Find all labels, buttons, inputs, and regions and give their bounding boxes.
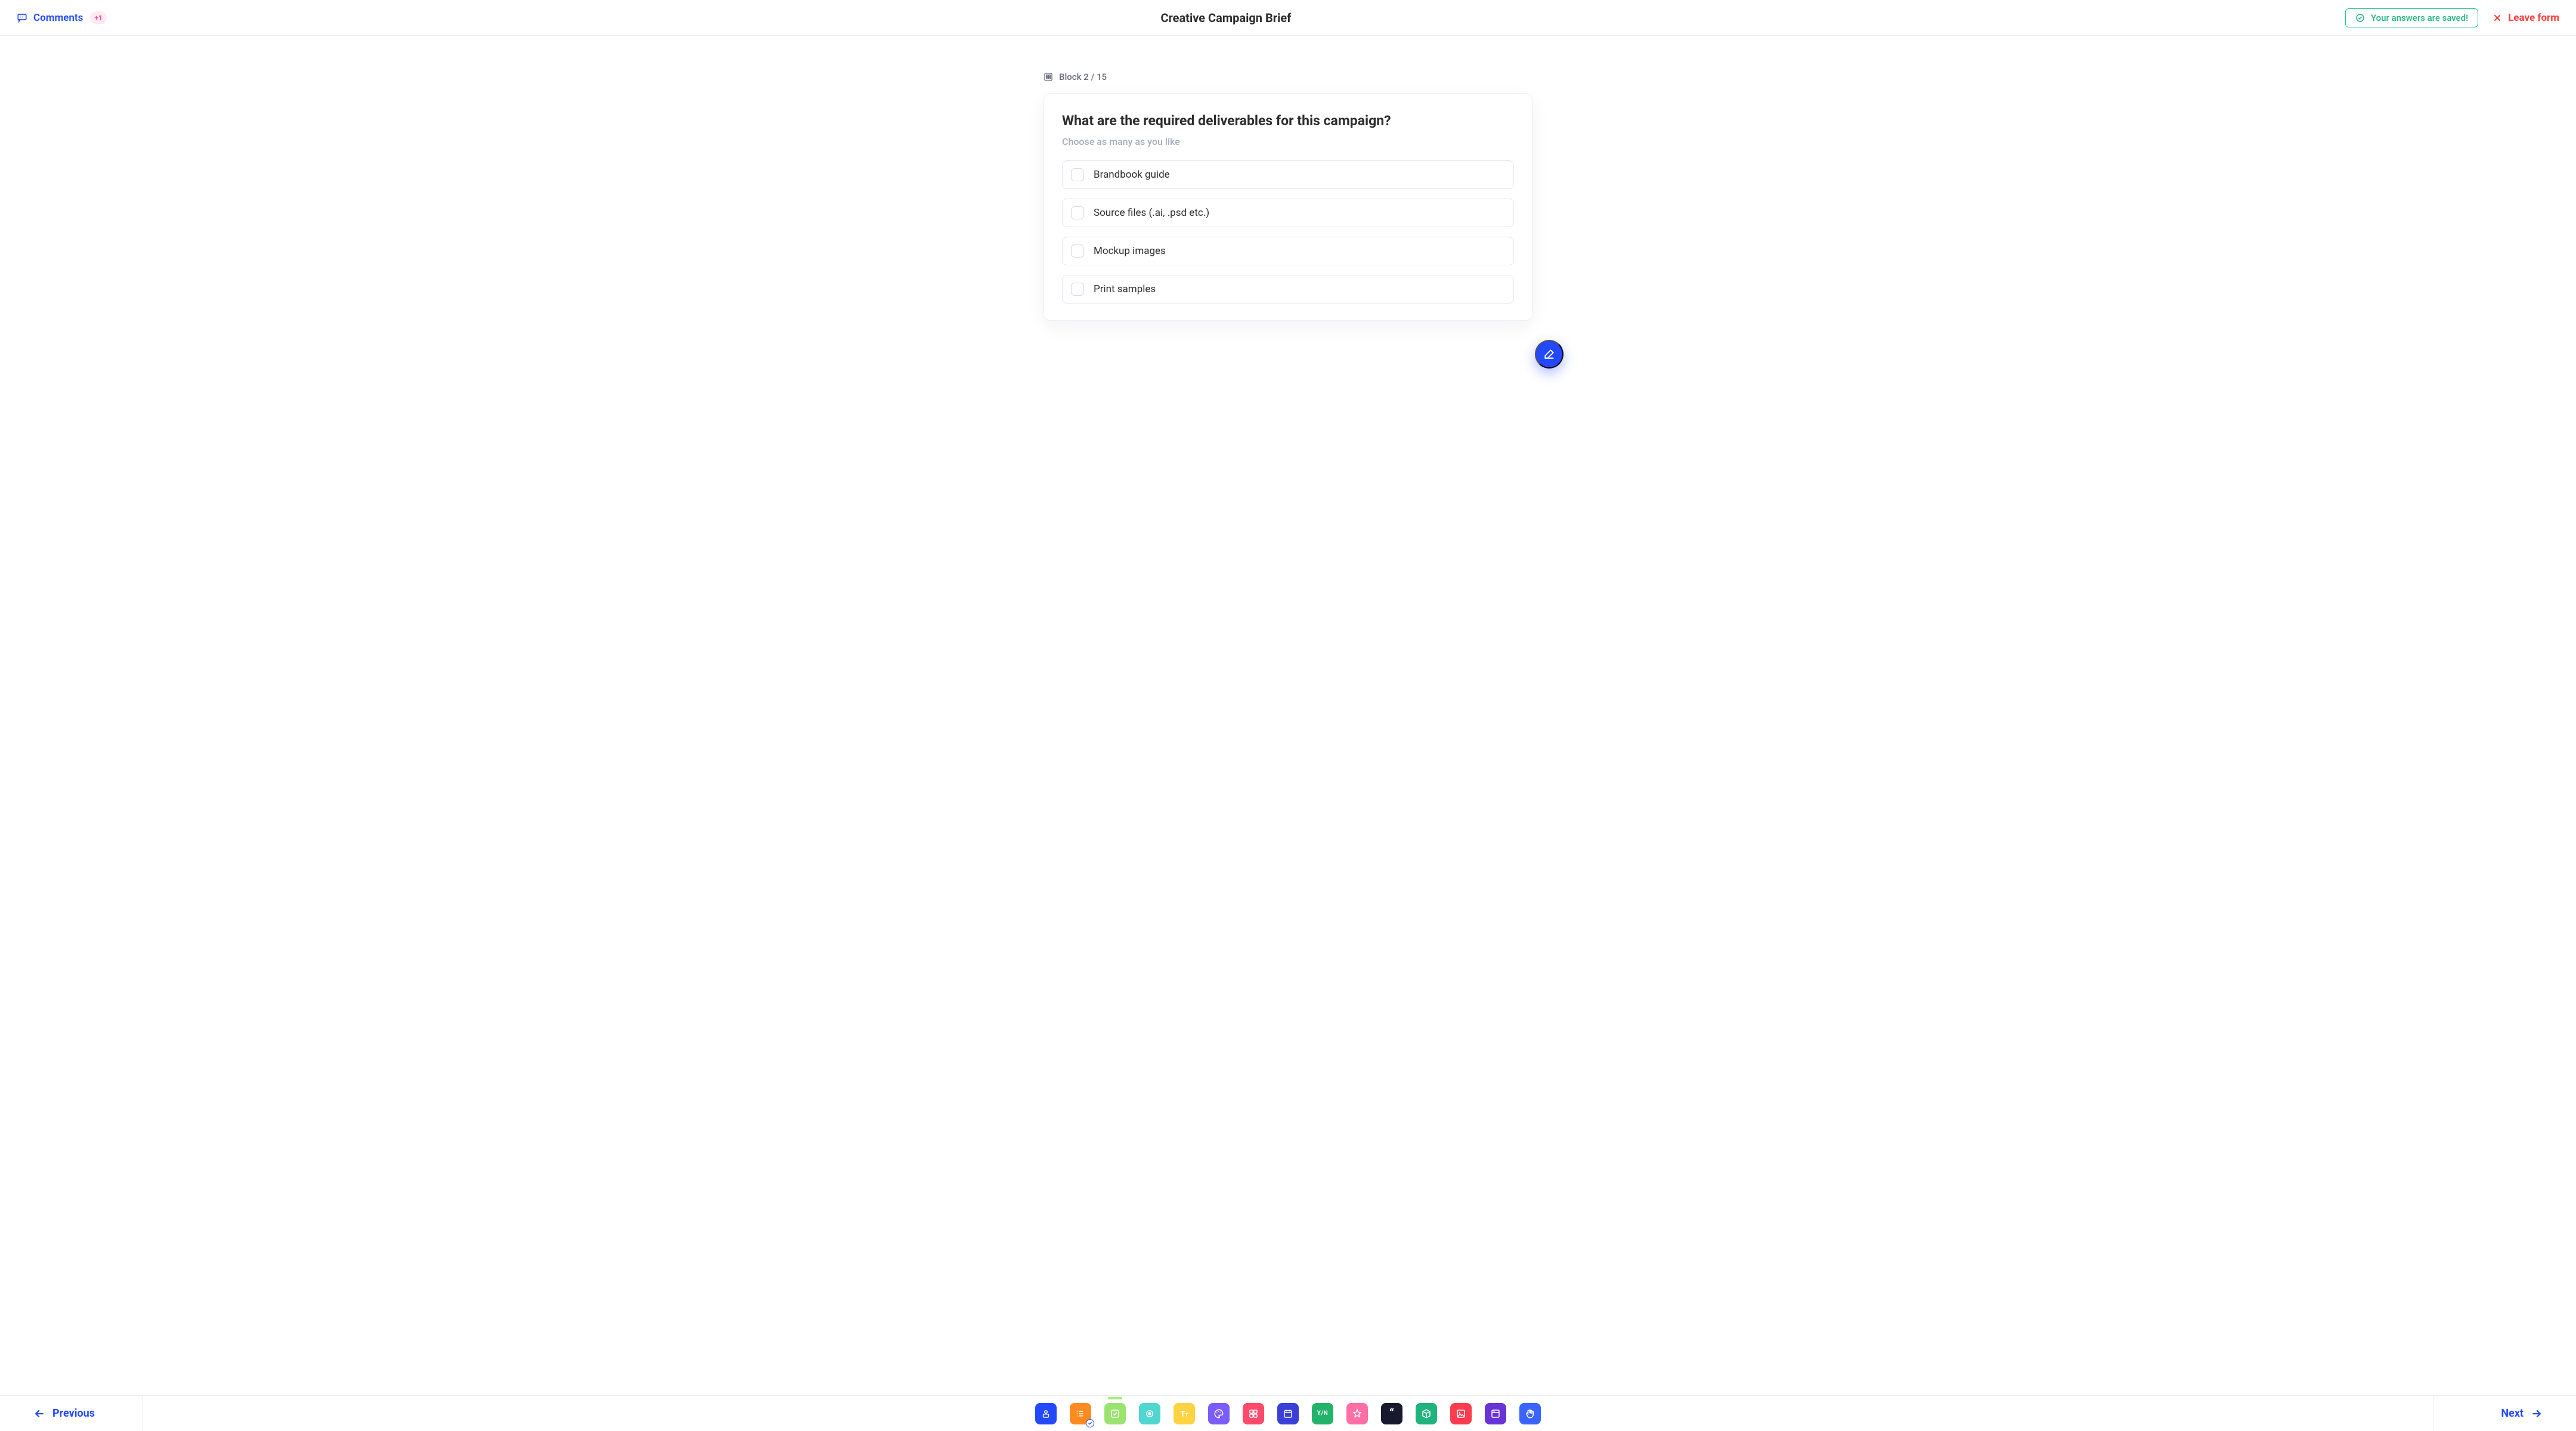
- quote-icon: “: [1389, 1408, 1394, 1419]
- tile-yesno-block[interactable]: Y/N: [1312, 1403, 1333, 1424]
- palette-icon: [1213, 1408, 1224, 1419]
- list-icon: [1075, 1408, 1086, 1419]
- close-icon: [2493, 13, 2502, 23]
- block-indicator-text: Block 2 / 15: [1059, 72, 1107, 82]
- tile-radio-block[interactable]: [1139, 1403, 1160, 1424]
- option-label: Print samples: [1094, 283, 1156, 295]
- previous-label: Previous: [52, 1407, 95, 1420]
- checkbox[interactable]: [1071, 206, 1084, 219]
- checkmark-icon: [1088, 1421, 1092, 1426]
- top-bar-right: Your answers are saved! Leave form: [2345, 8, 2559, 27]
- form-column: Block 2 / 15 What are the required deliv…: [1044, 72, 1532, 1365]
- wave-icon: [1525, 1408, 1535, 1419]
- calendar-icon: [1283, 1408, 1293, 1419]
- option-row[interactable]: Mockup images: [1062, 237, 1514, 265]
- comments-button[interactable]: Comments: [17, 12, 83, 24]
- bottom-bar: Previous Y/N “ Next: [0, 1395, 2576, 1431]
- check-circle-icon: [2355, 13, 2365, 23]
- checkbox[interactable]: [1071, 283, 1084, 296]
- leave-form-label: Leave form: [2508, 12, 2559, 24]
- tile-list-block[interactable]: [1070, 1403, 1091, 1424]
- page-title: Creative Campaign Brief: [1160, 11, 1291, 25]
- tile-contact-block[interactable]: [1035, 1403, 1057, 1424]
- option-label: Mockup images: [1094, 245, 1166, 257]
- checkbox[interactable]: [1071, 244, 1084, 258]
- done-badge: [1086, 1419, 1094, 1427]
- tile-date-block[interactable]: [1277, 1403, 1299, 1424]
- option-label: Brandbook guide: [1094, 169, 1170, 181]
- question-text: What are the required deliverables for t…: [1062, 113, 1514, 130]
- arrow-right-icon: [2531, 1408, 2543, 1420]
- checkbox[interactable]: [1071, 168, 1084, 181]
- star-icon: [1352, 1408, 1363, 1419]
- next-label: Next: [2501, 1407, 2524, 1420]
- edit-icon: [1543, 348, 1555, 360]
- option-row[interactable]: Source files (.ai, .psd etc.): [1062, 199, 1514, 227]
- tile-grid-block[interactable]: [1243, 1403, 1264, 1424]
- grid-icon: [1248, 1408, 1259, 1419]
- tile-quote-block[interactable]: “: [1381, 1403, 1402, 1424]
- top-bar-left: Comments +1: [17, 11, 107, 24]
- tile-signoff-block[interactable]: [1519, 1403, 1541, 1424]
- main: Block 2 / 15 What are the required deliv…: [0, 36, 2576, 1431]
- option-row[interactable]: Brandbook guide: [1062, 160, 1514, 189]
- option-label: Source files (.ai, .psd etc.): [1094, 207, 1209, 219]
- tile-text-block[interactable]: [1174, 1403, 1195, 1424]
- next-button[interactable]: Next: [2433, 1396, 2576, 1431]
- saved-status: Your answers are saved!: [2345, 8, 2478, 27]
- question-card: What are the required deliverables for t…: [1044, 93, 1532, 321]
- edit-fab[interactable]: [1535, 340, 1563, 368]
- tile-rating-block[interactable]: [1346, 1403, 1368, 1424]
- image-icon: [1456, 1408, 1466, 1419]
- comment-icon: [17, 13, 27, 23]
- yn-icon: Y/N: [1317, 1410, 1328, 1417]
- tt-icon: [1179, 1408, 1190, 1419]
- previous-button[interactable]: Previous: [0, 1396, 143, 1431]
- block-tile-strip: Y/N “: [143, 1396, 2433, 1431]
- tile-package-block[interactable]: [1416, 1403, 1437, 1424]
- top-bar: Comments +1 Creative Campaign Brief Your…: [0, 0, 2576, 36]
- box-icon: [1421, 1408, 1432, 1419]
- target-icon: [1144, 1408, 1155, 1419]
- leave-form-button[interactable]: Leave form: [2493, 12, 2559, 24]
- option-row[interactable]: Print samples: [1062, 275, 1514, 303]
- tile-checkbox-block[interactable]: [1104, 1403, 1126, 1424]
- comments-label: Comments: [33, 12, 83, 24]
- tile-layout-block[interactable]: [1485, 1403, 1506, 1424]
- block-indicator: Block 2 / 15: [1044, 72, 1532, 82]
- options-list: Brandbook guide Source files (.ai, .psd …: [1062, 160, 1514, 303]
- tile-color-block[interactable]: [1208, 1403, 1230, 1424]
- check-icon: [1110, 1408, 1120, 1419]
- question-hint: Choose as many as you like: [1062, 136, 1514, 147]
- block-grid-icon: [1044, 72, 1053, 82]
- tile-image-block[interactable]: [1450, 1403, 1472, 1424]
- arrow-left-icon: [33, 1408, 45, 1420]
- saved-label: Your answers are saved!: [2371, 13, 2468, 23]
- comments-count-badge: +1: [90, 11, 106, 24]
- user-icon: [1041, 1408, 1051, 1419]
- window-icon: [1490, 1408, 1501, 1419]
